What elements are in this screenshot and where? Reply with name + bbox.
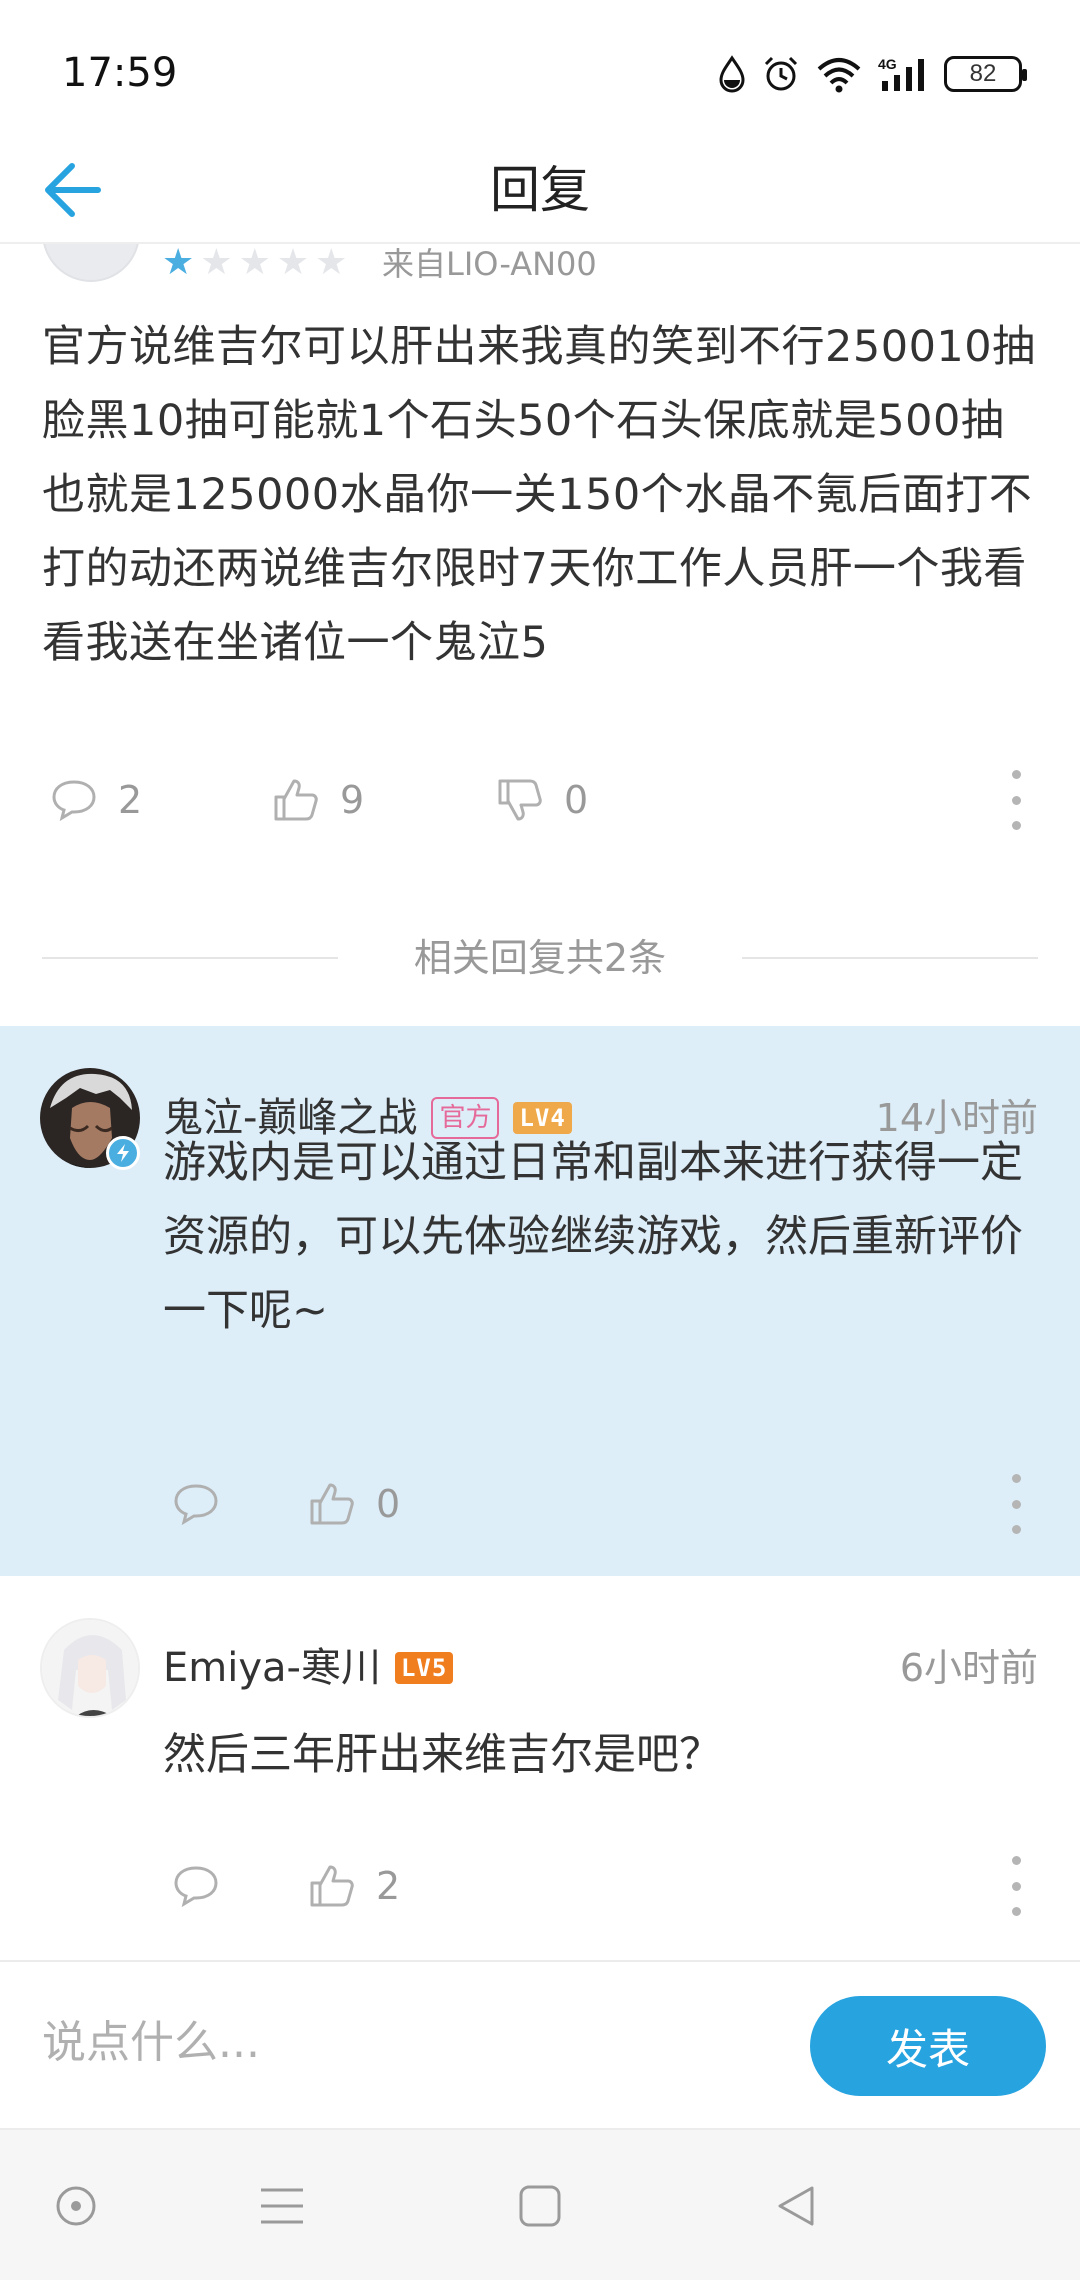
comment-icon bbox=[52, 780, 96, 822]
star-icon: ★ bbox=[238, 244, 271, 283]
avatar-image bbox=[42, 1620, 138, 1716]
reply-item: Emiya-寒川 LV5 6小时前 然后三年肝出来维吉尔是吧？ 2 bbox=[0, 1576, 1080, 1960]
device-label: 来自LIO-AN00 bbox=[382, 245, 597, 283]
comment-icon bbox=[174, 1866, 218, 1908]
reply-actions: 2 bbox=[0, 1856, 1080, 1916]
more-options-icon[interactable] bbox=[1006, 770, 1026, 830]
system-nav-bar bbox=[0, 2128, 1080, 2280]
like-count: 0 bbox=[376, 1482, 401, 1526]
star-icon: ★ bbox=[315, 244, 348, 283]
status-time: 17:59 bbox=[62, 50, 178, 96]
reply-item: 鬼泣-巅峰之战 官方 LV4 14小时前 游戏内是可以通过日常和副本来进行获得一… bbox=[0, 1026, 1080, 1576]
avatar[interactable] bbox=[40, 1618, 140, 1718]
thumbs-down-icon bbox=[498, 779, 542, 821]
like-button[interactable]: 9 bbox=[272, 770, 364, 830]
dislike-count: 0 bbox=[564, 778, 589, 822]
reply-actions: 0 bbox=[0, 1474, 1080, 1534]
battery-icon: 82 bbox=[944, 56, 1027, 92]
svg-text:4G: 4G bbox=[878, 56, 897, 72]
avatar[interactable] bbox=[42, 244, 140, 282]
star-icon: ★ bbox=[200, 244, 233, 283]
reply-text: 然后三年肝出来维吉尔是吧？ bbox=[163, 1730, 722, 1780]
author-name: Emiya-寒川 bbox=[163, 1645, 381, 1691]
comment-input[interactable] bbox=[42, 1982, 782, 2102]
related-replies-divider: 相关回复共2条 bbox=[42, 930, 1038, 986]
reply-time: 6小时前 bbox=[899, 1646, 1038, 1690]
app-bar: 回复 bbox=[0, 140, 1080, 244]
menu-icon[interactable] bbox=[252, 2176, 312, 2236]
reply-author[interactable]: Emiya-寒川 LV5 bbox=[163, 1640, 454, 1696]
dislike-button[interactable]: 0 bbox=[496, 770, 588, 830]
reply-text: 游戏内是可以通过日常和副本来进行获得一定资源的，可以先体验继续游戏，然后重新评价… bbox=[163, 1138, 1023, 1336]
square-icon[interactable] bbox=[510, 2176, 570, 2236]
thumbs-up-icon bbox=[274, 779, 318, 821]
wifi-icon bbox=[817, 58, 861, 93]
verified-badge-icon bbox=[106, 1136, 140, 1170]
status-bar: 17:59 4G 82 bbox=[0, 0, 1080, 140]
home-circle-icon[interactable] bbox=[46, 2176, 106, 2236]
post-body: 官方说维吉尔可以肝出来我真的笑到不行250010抽脸黑10抽可能就1个石头50个… bbox=[42, 322, 1036, 668]
star-icon: ★ bbox=[276, 244, 310, 283]
publish-button[interactable]: 发表 bbox=[810, 1996, 1046, 2096]
back-triangle-icon[interactable] bbox=[766, 2176, 826, 2236]
star-rating: ★ ★ ★ ★ ★ bbox=[162, 244, 348, 283]
more-options-icon[interactable] bbox=[1006, 1856, 1026, 1916]
comment-icon bbox=[174, 1484, 218, 1526]
comment-composer: 发表 bbox=[0, 1960, 1080, 2128]
alarm-icon bbox=[764, 56, 798, 91]
thumbs-up-icon bbox=[310, 1865, 354, 1907]
like-button[interactable]: 0 bbox=[308, 1474, 400, 1534]
post-actions: 2 9 0 bbox=[0, 770, 1080, 830]
comment-count: 2 bbox=[118, 778, 143, 822]
comment-button[interactable] bbox=[172, 1856, 220, 1916]
water-drop-icon bbox=[719, 55, 745, 93]
page-title: 回复 bbox=[490, 161, 590, 219]
thumbs-up-icon bbox=[310, 1483, 354, 1525]
like-count: 2 bbox=[376, 1864, 401, 1908]
signal-icon: 4G bbox=[878, 56, 924, 91]
more-options-icon[interactable] bbox=[1006, 1474, 1026, 1534]
status-icons: 4G 82 bbox=[718, 52, 1027, 96]
level-badge: LV5 bbox=[394, 1652, 454, 1684]
comment-button[interactable]: 2 bbox=[50, 770, 142, 830]
post-header: ★ ★ ★ ★ ★ 来自LIO-AN00 bbox=[0, 244, 1080, 284]
like-button[interactable]: 2 bbox=[308, 1856, 400, 1916]
comment-button[interactable] bbox=[172, 1474, 220, 1534]
star-icon: ★ bbox=[162, 244, 195, 283]
divider-line bbox=[742, 957, 1038, 959]
like-count: 9 bbox=[340, 778, 365, 822]
